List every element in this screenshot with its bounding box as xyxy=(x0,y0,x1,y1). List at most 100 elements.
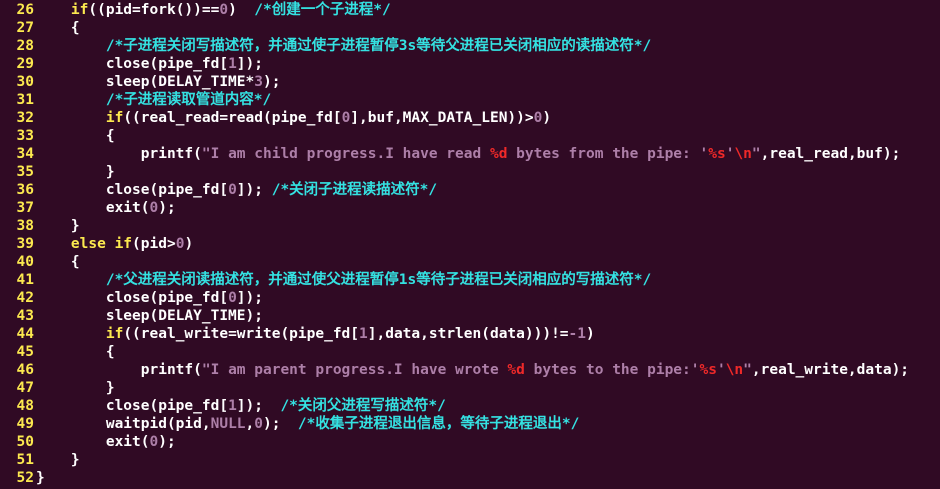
line-number: 27 xyxy=(16,20,34,36)
code-line[interactable]: 42 close(pipe_fd[0]); xyxy=(0,289,940,307)
line-number: 45 xyxy=(16,344,34,360)
comment-token: /*子进程读取管道内容*/ xyxy=(105,92,272,108)
format-specifier-token: %s xyxy=(699,362,717,378)
code-text: waitpid(pid,NULL,0); /*收集子进程退出信息，等待子进程退出… xyxy=(34,415,580,433)
code-line[interactable]: 49 waitpid(pid,NULL,0); /*收集子进程退出信息，等待子进… xyxy=(0,415,940,433)
code-text: } xyxy=(34,451,80,469)
code-text: /*子进程关闭写描述符，并通过使子进程暂停3s等待父进程已关闭相应的读描述符*/ xyxy=(34,37,651,55)
code-token: close(pipe_fd[ xyxy=(36,56,229,72)
code-line[interactable]: 28 /*子进程关闭写描述符，并通过使子进程暂停3s等待父进程已关闭相应的读描述… xyxy=(0,37,940,55)
string-token: "I am child progress.I have read xyxy=(201,146,490,162)
code-line[interactable]: 40 { xyxy=(0,253,940,271)
code-text: close(pipe_fd[1]); /*关闭父进程写描述符*/ xyxy=(34,397,446,415)
code-token: printf( xyxy=(36,362,202,378)
code-line[interactable]: 48 close(pipe_fd[1]); /*关闭父进程写描述符*/ xyxy=(0,397,940,415)
number-token: 0 xyxy=(149,200,159,216)
code-line[interactable]: 43 sleep(DELAY_TIME); xyxy=(0,307,940,325)
comment-token: /*关闭父进程写描述符*/ xyxy=(280,398,446,414)
number-token: NULL xyxy=(210,416,246,432)
code-text: if((real_read=read(pipe_fd[0],buf,MAX_DA… xyxy=(34,109,551,127)
code-token: ],buf,MAX_DATA_LEN))> xyxy=(350,110,534,126)
code-text: /*父进程关闭读描述符，并通过使父进程暂停1s等待子进程已关闭相应的写描述符*/ xyxy=(34,271,651,289)
format-specifier-token: %d xyxy=(507,362,525,378)
code-line[interactable]: 37 exit(0); xyxy=(0,199,940,217)
code-token: ); xyxy=(262,74,281,90)
line-number: 34 xyxy=(16,146,34,162)
code-token: } xyxy=(36,218,80,234)
code-line[interactable]: 45 { xyxy=(0,343,940,361)
code-token: ((pid=fork())== xyxy=(88,2,220,18)
line-number: 33 xyxy=(16,128,34,144)
code-line[interactable]: 47 } xyxy=(0,379,940,397)
code-text: printf("I am parent progress.I have wrot… xyxy=(34,361,909,379)
code-line[interactable]: 31 /*子进程读取管道内容*/ xyxy=(0,91,940,109)
code-token: sleep(DELAY_TIME* xyxy=(36,74,255,90)
line-number: 52 xyxy=(16,470,34,486)
keyword-token: if xyxy=(105,326,124,342)
code-line[interactable]: 50 exit(0); xyxy=(0,433,940,451)
code-line[interactable]: 34 printf("I am child progress.I have re… xyxy=(0,145,940,163)
number-token: 1 xyxy=(359,326,368,342)
string-token: bytes from the pipe: ' xyxy=(507,146,709,162)
comment-token: /*收集子进程退出信息，等待子进程退出*/ xyxy=(297,416,580,432)
line-number: 47 xyxy=(16,380,34,396)
code-token: ); xyxy=(158,434,176,450)
keyword-token: else xyxy=(70,236,106,252)
code-text: } xyxy=(34,379,115,397)
code-text: /*子进程读取管道内容*/ xyxy=(34,91,271,109)
code-text: sleep(DELAY_TIME); xyxy=(34,307,263,325)
code-line[interactable]: 39 else if(pid>0) xyxy=(0,235,940,253)
format-specifier-token: \n xyxy=(725,362,744,378)
code-text: exit(0); xyxy=(34,433,176,451)
number-token: 0 xyxy=(254,416,263,432)
comment-token: /*父进程关闭读描述符，并通过使父进程暂停1s等待子进程已关闭相应的写描述符*/ xyxy=(105,272,652,288)
code-line[interactable]: 51 } xyxy=(0,451,940,469)
code-token: sleep(DELAY_TIME); xyxy=(36,308,263,324)
code-token: ,real_read,buf); xyxy=(760,146,901,162)
line-number: 30 xyxy=(16,74,34,90)
code-text: printf("I am child progress.I have read … xyxy=(34,145,901,163)
code-token: ],data,strlen(data)))!= xyxy=(367,326,569,342)
code-line[interactable]: 52} xyxy=(0,469,940,487)
code-line[interactable]: 26 if((pid=fork())==0) /*创建一个子进程*/ xyxy=(0,1,940,19)
code-line[interactable]: 41 /*父进程关闭读描述符，并通过使父进程暂停1s等待子进程已关闭相应的写描述… xyxy=(0,271,940,289)
code-line[interactable]: 30 sleep(DELAY_TIME*3); xyxy=(0,73,940,91)
code-line[interactable]: 35 } xyxy=(0,163,940,181)
code-token: } xyxy=(36,470,45,486)
code-line[interactable]: 32 if((real_read=read(pipe_fd[0],buf,MAX… xyxy=(0,109,940,127)
code-token: waitpid(pid, xyxy=(36,416,211,432)
code-token: ]); xyxy=(236,182,272,198)
code-text: { xyxy=(34,253,80,271)
code-line[interactable]: 29 close(pipe_fd[1]); xyxy=(0,55,940,73)
line-number: 38 xyxy=(16,218,34,234)
code-text: close(pipe_fd[0]); xyxy=(34,289,263,307)
number-token: 1 xyxy=(228,398,237,414)
code-text: { xyxy=(34,127,115,145)
code-line[interactable]: 36 close(pipe_fd[0]); /*关闭子进程读描述符*/ xyxy=(0,181,940,199)
terminal-window[interactable]: 26 if((pid=fork())==0) /*创建一个子进程*/27 {28… xyxy=(0,0,940,489)
number-token: 0 xyxy=(219,2,229,18)
code-line[interactable]: 33 { xyxy=(0,127,940,145)
number-token: -1 xyxy=(568,326,587,342)
keyword-token: if xyxy=(105,110,124,126)
code-token: close(pipe_fd[ xyxy=(36,398,229,414)
number-token: 3 xyxy=(254,74,263,90)
code-token: ) xyxy=(184,236,194,252)
code-text: } xyxy=(34,163,115,181)
code-line[interactable]: 44 if((real_write=write(pipe_fd[1],data,… xyxy=(0,325,940,343)
code-token: ]); xyxy=(236,290,263,306)
number-token: 0 xyxy=(228,182,237,198)
code-text: else if(pid>0) xyxy=(34,235,193,253)
code-line[interactable]: 46 printf("I am parent progress.I have w… xyxy=(0,361,940,379)
code-token: } xyxy=(36,380,115,396)
line-number: 31 xyxy=(16,92,34,108)
code-line[interactable]: 38 } xyxy=(0,217,940,235)
code-token: } xyxy=(36,164,115,180)
keyword-token: if xyxy=(70,2,89,18)
code-line[interactable]: 27 { xyxy=(0,19,940,37)
code-editor[interactable]: 26 if((pid=fork())==0) /*创建一个子进程*/27 {28… xyxy=(0,1,940,487)
